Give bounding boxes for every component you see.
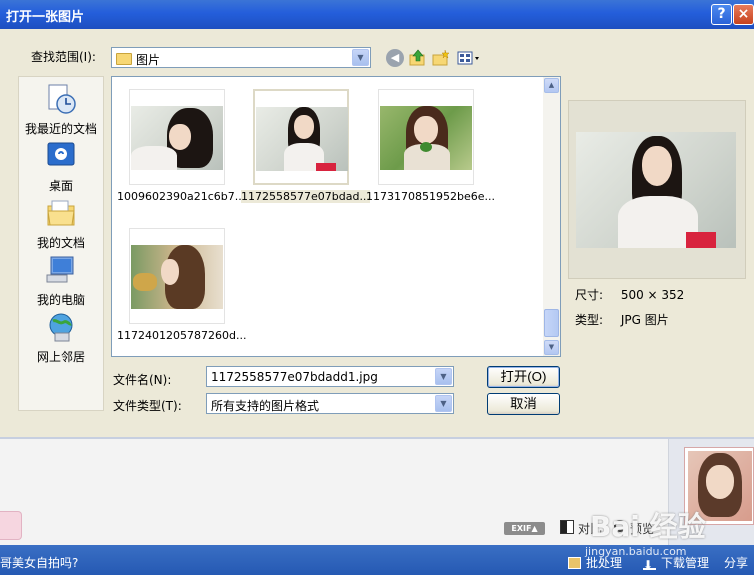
place-desktop[interactable]: 桌面 <box>19 140 103 194</box>
compare-icon[interactable] <box>560 520 574 534</box>
places-bar: 我最近的文档 桌面 我的文档 我的电脑 网上邻居 <box>18 76 104 411</box>
size-label: 尺寸: <box>575 288 604 302</box>
file-name: 1172401205787260d... <box>117 329 247 342</box>
thumbnail-frame <box>129 89 225 185</box>
place-label: 我的电脑 <box>36 293 85 307</box>
my-computer-icon <box>46 256 74 283</box>
place-label: 我的文档 <box>36 236 85 250</box>
image-preview-panel <box>568 100 746 279</box>
desktop-icon <box>47 142 75 166</box>
type-value: JPG 图片 <box>620 313 669 327</box>
chevron-down-icon[interactable]: ▼ <box>435 395 452 412</box>
status-question[interactable]: 哥美女自拍吗? <box>0 554 78 571</box>
filetype-combobox[interactable]: 所有支持的图片格式 ▼ <box>206 393 454 414</box>
exif-button[interactable]: EXIF▲ <box>504 522 545 535</box>
scrollbar-thumb[interactable] <box>544 309 559 337</box>
scroll-down-button[interactable]: ▼ <box>544 340 559 355</box>
chevron-down-icon[interactable]: ▼ <box>352 49 369 66</box>
thumbnail-image <box>131 245 223 309</box>
place-recent-documents[interactable]: 我最近的文档 <box>19 83 103 137</box>
file-name: 1173170851952be6e... <box>366 190 495 203</box>
place-label: 网上邻居 <box>36 350 85 364</box>
place-label: 桌面 <box>48 179 73 193</box>
batch-label: 批处理 <box>586 556 623 570</box>
preview-size: 尺寸: 500 × 352 <box>575 286 684 303</box>
batch-icon <box>568 557 581 569</box>
file-name: 1172558577e07bdad... <box>241 190 370 203</box>
dialog-title: 打开一张图片 <box>6 10 85 25</box>
file-name: 1009602390a21c6b7... <box>117 190 246 203</box>
close-button[interactable]: × <box>733 4 754 25</box>
network-places-icon <box>49 313 73 342</box>
thumbnail-image <box>256 107 348 171</box>
type-label: 类型: <box>575 313 604 327</box>
file-list[interactable]: 1009602390a21c6b7... 1172558577e07bdad..… <box>111 76 561 357</box>
thumbnail-image <box>131 106 223 170</box>
place-my-documents[interactable]: 我的文档 <box>19 197 103 251</box>
recent-documents-icon <box>48 84 76 114</box>
open-file-dialog: 查找范围(I): 图片 ▼ ◀ 我最近的文档 桌面 我的文档 我的电脑 网上邻居… <box>0 29 754 437</box>
chevron-down-icon[interactable]: ▼ <box>435 368 452 385</box>
filetype-value: 所有支持的图片格式 <box>211 399 320 413</box>
back-icon[interactable]: ◀ <box>386 49 404 67</box>
look-in-value: 图片 <box>136 53 161 67</box>
size-value: 500 × 352 <box>620 288 685 302</box>
scroll-up-button[interactable]: ▲ <box>544 78 559 93</box>
preview-type: 类型: JPG 图片 <box>575 311 669 328</box>
up-folder-icon[interactable] <box>409 49 427 67</box>
views-menu-icon[interactable] <box>457 49 481 67</box>
download-icon: ⬇ <box>643 558 656 572</box>
file-list-scrollbar[interactable]: ▲ ▼ <box>543 77 560 356</box>
watermark-logo: Bai 经验 <box>590 510 706 543</box>
look-in-label: 查找范围(I): <box>31 50 96 64</box>
filetype-label: 文件类型(T): <box>113 399 182 413</box>
thumbnail-frame <box>378 89 474 185</box>
place-network-places[interactable]: 网上邻居 <box>19 311 103 365</box>
thumbnail-frame <box>129 228 225 324</box>
thumbnail-frame <box>253 89 349 185</box>
place-label: 我最近的文档 <box>24 122 97 136</box>
thumbnail-image <box>380 106 472 170</box>
help-button[interactable]: ? <box>711 4 732 25</box>
my-documents-icon <box>47 200 75 226</box>
open-button[interactable]: 打开(O) <box>487 366 560 388</box>
title-bar: 打开一张图片 ? × <box>0 0 754 29</box>
watermark-url: jingyan.baidu.com <box>585 545 687 558</box>
download-label: 下载管理 <box>661 556 710 570</box>
look-in-combobox[interactable]: 图片 ▼ <box>111 47 371 68</box>
share-button[interactable]: 分享 <box>724 554 748 571</box>
filename-combobox[interactable]: 1172558577e07bdadd1.jpg ▼ <box>206 366 454 387</box>
preview-image <box>576 132 736 248</box>
place-my-computer[interactable]: 我的电脑 <box>19 254 103 308</box>
filename-label: 文件名(N): <box>113 373 172 387</box>
side-tab-button[interactable] <box>0 511 22 540</box>
new-folder-icon[interactable] <box>432 49 450 67</box>
cancel-button[interactable]: 取消 <box>487 393 560 415</box>
filename-value: 1172558577e07bdadd1.jpg <box>211 370 378 384</box>
folder-icon <box>116 53 132 65</box>
